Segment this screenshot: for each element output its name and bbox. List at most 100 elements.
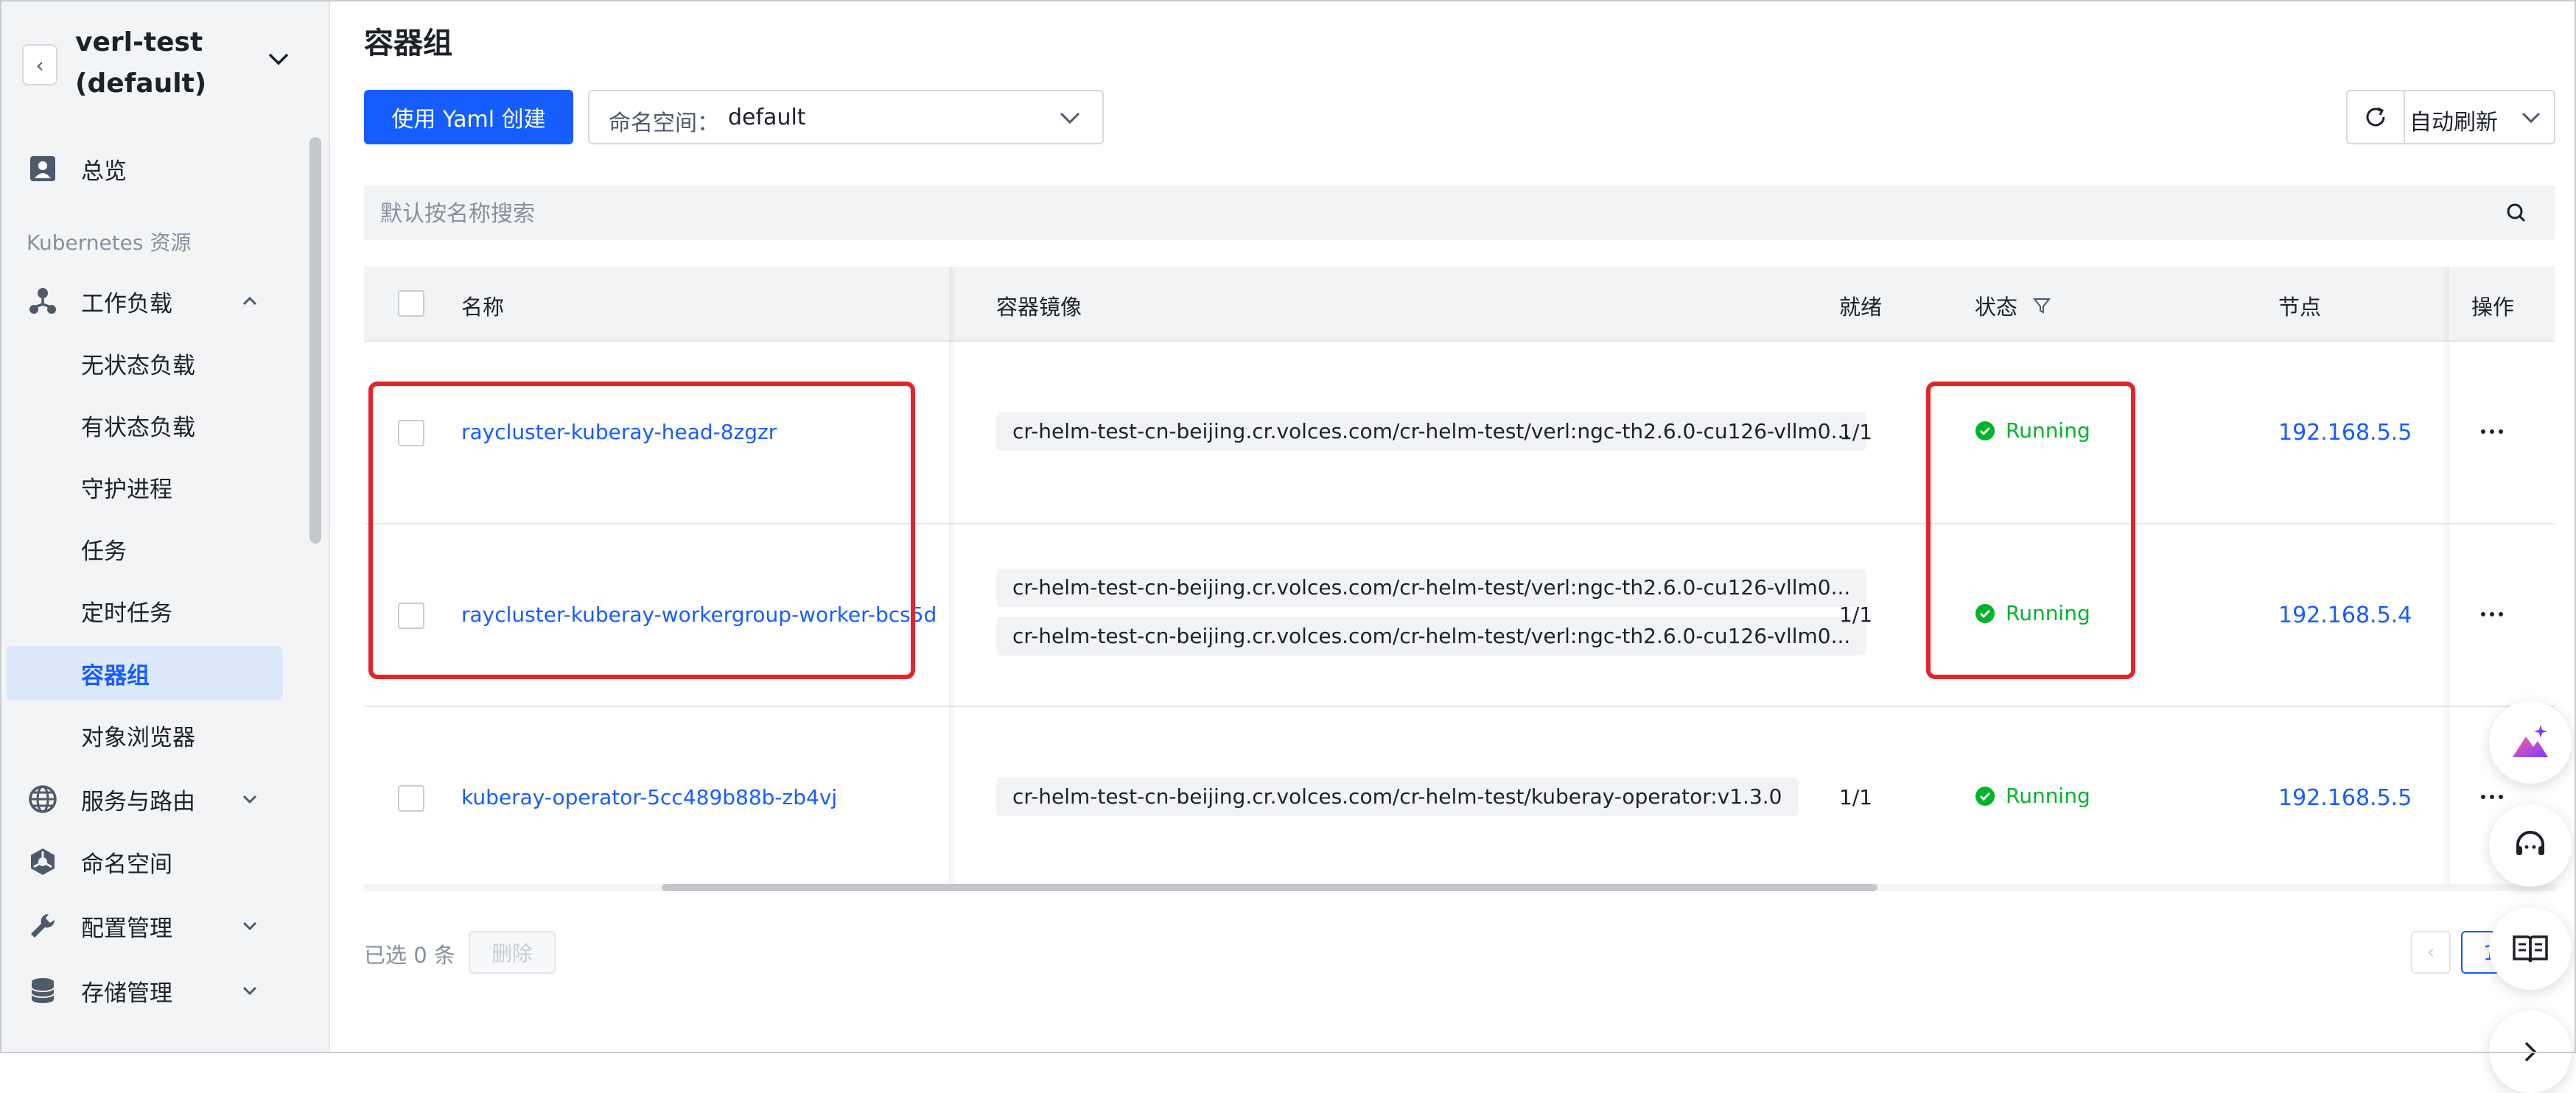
row-checkbox[interactable] [398, 420, 424, 446]
horizontal-scrollbar-thumb[interactable] [662, 884, 1877, 891]
column-header-name: 名称 [461, 295, 505, 320]
pod-name-link[interactable]: raycluster-kuberay-workergroup-worker-bc… [461, 602, 937, 627]
dashboard-icon [27, 152, 59, 185]
select-all-checkbox[interactable] [398, 290, 424, 317]
sidebar-item-jobs[interactable]: 任务 [0, 521, 295, 576]
row-checkbox[interactable] [398, 785, 424, 812]
sparkle-mountain-icon [2513, 725, 2548, 757]
sidebar-item-label: 对象浏览器 [81, 724, 195, 751]
sidebar-scrollbar[interactable] [309, 137, 321, 544]
table-row: raycluster-kuberay-workergroup-worker-bc… [364, 524, 2555, 707]
namespace-select-value: default [728, 105, 806, 130]
workloads-icon [27, 285, 59, 317]
sidebar-item-overview[interactable]: 总览 [0, 141, 295, 196]
sidebar-item-pods[interactable]: 容器组 [6, 646, 283, 700]
delete-button[interactable]: 删除 [469, 931, 556, 974]
column-header-status: 状态 [1975, 295, 2018, 320]
sidebar-item-namespace[interactable]: 命名空间 [0, 834, 295, 889]
sidebar-item-cronjobs[interactable]: 定时任务 [0, 583, 295, 638]
status-text: Running [2006, 418, 2090, 443]
support-button[interactable] [2489, 804, 2572, 887]
chevron-down-icon [1060, 112, 1080, 124]
more-icon[interactable] [2477, 424, 2507, 439]
sidebar-item-workloads[interactable]: 工作负载 [0, 274, 295, 328]
filter-icon[interactable] [2032, 296, 2051, 315]
container-image-tag: cr-helm-test-cn-beijing.cr.volces.com/cr… [996, 412, 1867, 451]
search-icon[interactable] [2504, 200, 2529, 225]
sidebar-item-object-browser[interactable]: 对象浏览器 [0, 708, 295, 762]
chevron-down-icon [242, 795, 257, 804]
sidebar-item-label: 有状态负载 [81, 414, 195, 441]
pods-table: 名称 容器镜像 就绪 状态 节点 操作 raycluster-kuberay-h… [364, 267, 2555, 891]
headset-icon [2516, 831, 2544, 855]
refresh-icon [2366, 107, 2385, 127]
search-bar [364, 186, 2555, 242]
sidebar-item-statefulsets[interactable]: 有状态负载 [0, 398, 295, 452]
ai-assistant-button[interactable] [2489, 701, 2572, 784]
chevron-right-icon [2524, 1041, 2537, 1062]
back-button[interactable]: ‹ [22, 44, 57, 85]
sidebar-item-services[interactable]: 服务与路由 [0, 772, 295, 826]
refresh-control: 自动刷新 [2346, 90, 2555, 144]
more-icon[interactable] [2477, 790, 2507, 804]
page-title: 容器组 [364, 27, 452, 60]
sidebar-item-storage[interactable]: 存储管理 [0, 963, 295, 1018]
search-input[interactable] [379, 186, 2489, 242]
database-icon [27, 974, 59, 1007]
cluster-name[interactable]: verl-test (default) [75, 22, 259, 105]
row-checkbox[interactable] [398, 602, 424, 629]
ready-count: 1/1 [1839, 785, 1873, 809]
status-text: Running [2006, 784, 2090, 808]
sidebar: ‹ verl-test (default) 总览 Kubernetes 资源 工… [0, 0, 330, 1053]
globe-icon [27, 783, 59, 815]
auto-refresh-label[interactable]: 自动刷新 [2409, 104, 2498, 136]
expand-button[interactable] [2489, 1011, 2572, 1093]
sidebar-item-label: 无状态负载 [81, 352, 195, 379]
column-divider [2442, 267, 2449, 891]
sidebar-item-label: 任务 [81, 538, 127, 565]
column-header-node: 节点 [2278, 295, 2322, 320]
node-link[interactable]: 192.168.5.5 [2278, 420, 2412, 446]
column-header-ready: 就绪 [1839, 295, 1883, 320]
create-yaml-button[interactable]: 使用 Yaml 创建 [364, 90, 573, 144]
docs-button[interactable] [2489, 907, 2572, 990]
section-label: Kubernetes 资源 [27, 231, 192, 255]
sidebar-item-label: 容器组 [81, 662, 150, 689]
column-header-actions: 操作 [2471, 295, 2515, 320]
status-badge: Running [1975, 784, 2090, 808]
sidebar-item-label: 守护进程 [81, 476, 172, 503]
book-icon [2513, 935, 2548, 963]
chevron-down-icon[interactable] [264, 44, 293, 74]
sidebar-item-deployments[interactable]: 无状态负载 [0, 336, 295, 390]
column-divider [949, 267, 956, 891]
chevron-down-icon[interactable] [2519, 105, 2544, 130]
ready-count: 1/1 [1839, 420, 1873, 444]
node-link[interactable]: 192.168.5.4 [2278, 602, 2412, 628]
chevron-left-icon: ‹ [2426, 941, 2435, 963]
status-text: Running [2006, 601, 2090, 625]
table-row: raycluster-kuberay-head-8zgzr cr-helm-te… [364, 342, 2555, 524]
more-icon[interactable] [2477, 607, 2507, 622]
horizontal-scrollbar[interactable] [364, 884, 2555, 891]
refresh-button[interactable] [2348, 91, 2405, 143]
check-circle-icon [1975, 603, 1995, 623]
namespace-select-label: 命名空间： [609, 110, 719, 136]
previous-page-button[interactable]: ‹ [2411, 931, 2451, 974]
status-badge: Running [1975, 418, 2090, 443]
sidebar-item-label: 总览 [81, 158, 127, 185]
chevron-down-icon [242, 921, 257, 931]
sidebar-item-config[interactable]: 配置管理 [0, 899, 295, 953]
sidebar-item-label: 配置管理 [81, 915, 172, 942]
container-image-tag: cr-helm-test-cn-beijing.cr.volces.com/cr… [996, 617, 1867, 656]
namespace-select[interactable]: 命名空间： default [588, 90, 1104, 144]
container-image-tag: cr-helm-test-cn-beijing.cr.volces.com/cr… [996, 778, 1799, 816]
sidebar-item-label: 服务与路由 [81, 788, 195, 815]
selected-count: 已选 0 条 [364, 943, 455, 968]
pod-name-link[interactable]: raycluster-kuberay-head-8zgzr [461, 420, 777, 444]
ready-count: 1/1 [1839, 602, 1873, 627]
sidebar-item-label: 命名空间 [81, 851, 172, 878]
node-link[interactable]: 192.168.5.5 [2278, 785, 2412, 811]
pod-name-link[interactable]: kuberay-operator-5cc489b88b-zb4vj [461, 785, 837, 809]
chevron-up-icon [242, 296, 257, 306]
sidebar-item-daemonsets[interactable]: 守护进程 [0, 460, 295, 514]
